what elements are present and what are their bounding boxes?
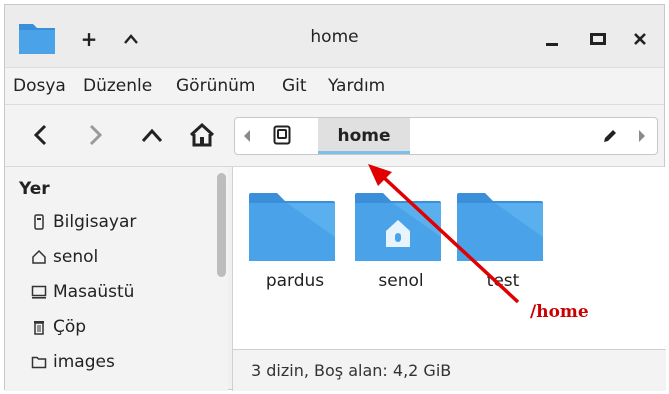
triangle-left-icon [244,130,250,142]
menu-gorunum[interactable]: Görünüm [176,76,255,96]
drive-icon [273,125,291,145]
toolbar: home [5,105,664,167]
sidebar-item-label: Masaüstü [53,282,135,302]
folder-icon [457,193,543,261]
file-item[interactable]: test [453,191,553,301]
menu-yardim[interactable]: Yardım [328,76,385,96]
menu-git[interactable]: Git [282,76,307,96]
trash-icon [31,317,47,337]
folder-icon [31,352,47,372]
new-tab-button[interactable]: + [75,25,103,53]
menu-dosya[interactable]: Dosya [13,76,66,96]
home-icon [31,247,47,267]
maximize-button[interactable] [584,25,612,53]
app-folder-icon [19,24,55,54]
home-button[interactable] [185,118,219,152]
path-scroll-left-button[interactable] [243,128,251,147]
titlebar-up-button[interactable] [117,25,145,53]
sidebar-item-label: Bilgisayar [53,212,137,232]
chevron-right-icon [89,124,103,146]
chevron-up-icon [124,34,138,44]
sidebar-item-masaustu[interactable]: Masaüstü [31,279,134,305]
sidebar-item-label: images [53,352,115,372]
path-root-button[interactable] [273,125,291,149]
sidebar-item-senol[interactable]: senol [31,244,98,270]
sidebar-item-label: Çöp [53,317,87,337]
file-view: pardus senol test [232,167,666,349]
close-icon [634,33,646,45]
home-icon [189,123,215,147]
minimize-button[interactable] [538,25,566,53]
up-button[interactable] [135,118,169,152]
triangle-right-icon [639,130,645,142]
close-button[interactable] [626,25,654,53]
pencil-icon [604,130,616,142]
sidebar-scrollbar[interactable] [217,173,226,277]
sidebar-item-images[interactable]: images [31,349,115,375]
breadcrumb-home[interactable]: home [318,118,410,154]
sidebar-heading: Yer [19,179,50,199]
maximize-icon [590,33,606,45]
menu-duzenle[interactable]: Düzenle [83,76,152,96]
file-name: pardus [265,271,325,291]
annotation-label: /home [530,302,589,322]
file-item[interactable]: pardus [245,191,345,301]
sidebar-item-cop[interactable]: Çöp [31,314,86,340]
file-name: test [486,271,520,291]
status-bar: 3 dizin, Boş alan: 4,2 GiB [232,349,666,391]
home-folder-icon [355,193,441,261]
desktop-icon [31,282,47,302]
breadcrumb-label: home [337,126,391,146]
status-text: 3 dizin, Boş alan: 4,2 GiB [251,361,452,380]
computer-icon [31,212,47,232]
path-bar: home [234,117,658,155]
menu-bar: Dosya Düzenle Görünüm Git Yardım [5,67,664,105]
breadcrumb-indicator [318,151,410,154]
edit-path-button[interactable] [601,127,619,149]
title-bar: + home [5,5,664,67]
folder-icon [249,193,335,261]
minimize-icon [546,43,558,46]
sidebar-item-bilgisayar[interactable]: Bilgisayar [31,209,136,235]
path-scroll-right-button[interactable] [638,128,646,147]
file-manager-window: + home Dosya Düzenle Görünüm Git Yardım [4,4,666,391]
chevron-up-icon [141,128,163,143]
chevron-left-icon [33,124,47,146]
forward-button[interactable] [79,118,113,152]
sidebar-item-label: senol [53,247,99,267]
file-name: senol [378,271,424,291]
sidebar: Yer Bilgisayar senol Masaüstü Çöp images [5,167,228,391]
back-button[interactable] [23,118,57,152]
file-item[interactable]: senol [351,191,451,301]
